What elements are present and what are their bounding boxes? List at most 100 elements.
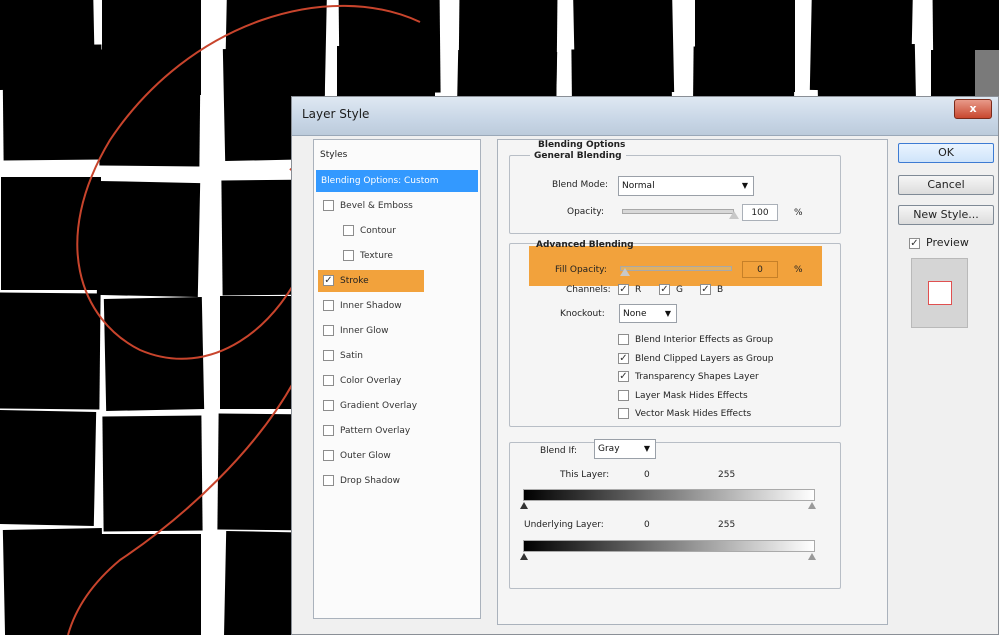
style-checkbox[interactable] (323, 475, 334, 486)
cancel-button[interactable]: Cancel (898, 175, 994, 195)
blend-if-label: Blend If: (537, 446, 581, 456)
option-blend-interior-effects-as-group[interactable]: Blend Interior Effects as Group (618, 334, 773, 345)
titlebar[interactable]: Layer Style x (292, 97, 998, 136)
option-transparency-shapes-layer[interactable]: ✓ Transparency Shapes Layer (618, 371, 759, 382)
fill-opacity-field[interactable]: 0 (742, 261, 778, 278)
style-item-label: Contour (360, 226, 396, 236)
style-item-label: Color Overlay (340, 376, 402, 386)
check-icon[interactable] (618, 408, 629, 419)
blend-if-group (509, 442, 841, 589)
this-layer-gradient[interactable] (523, 489, 815, 501)
style-checkbox[interactable] (323, 375, 334, 386)
style-checkbox[interactable] (323, 300, 334, 311)
check-icon[interactable]: ✓ (323, 275, 334, 286)
opacity-label: Opacity: (567, 207, 604, 217)
style-item-label: Drop Shadow (340, 476, 401, 486)
this-layer-white-handle[interactable] (808, 502, 816, 509)
option-label: Blend Clipped Layers as Group (635, 353, 774, 364)
annotation-stroke-lower (67, 369, 301, 635)
style-checkbox[interactable] (323, 350, 334, 361)
channel-label: G (676, 285, 683, 295)
underlying-layer-black-handle[interactable] (520, 553, 528, 560)
opacity-slider[interactable] (622, 209, 734, 214)
check-icon[interactable]: ✓ (659, 284, 670, 295)
style-item-color-overlay[interactable]: Color Overlay (318, 370, 478, 392)
check-icon[interactable]: ✓ (700, 284, 711, 295)
opacity-field[interactable]: 100 (742, 204, 778, 221)
fill-opacity-value: 0 (757, 265, 763, 275)
check-icon[interactable]: ✓ (618, 284, 629, 295)
style-item-inner-glow[interactable]: Inner Glow (318, 320, 478, 342)
channel-b[interactable]: ✓ B (700, 284, 723, 295)
style-item-label: Inner Glow (340, 326, 389, 336)
style-checkbox[interactable] (323, 200, 334, 211)
option-label: Vector Mask Hides Effects (635, 409, 752, 419)
style-item-gradient-overlay[interactable]: Gradient Overlay (318, 395, 478, 417)
styles-header: Styles (320, 150, 348, 160)
this-layer-max: 255 (718, 470, 736, 480)
underlying-layer-gradient[interactable] (523, 540, 815, 552)
style-item-texture[interactable]: Texture (318, 245, 478, 267)
style-item-pattern-overlay[interactable]: Pattern Overlay (318, 420, 478, 442)
option-label: Blend Interior Effects as Group (635, 335, 774, 345)
chevron-down-icon: ▼ (643, 444, 650, 453)
style-item-satin[interactable]: Satin (318, 345, 478, 367)
close-icon: x (969, 102, 977, 115)
opacity-slider-knob[interactable] (729, 211, 739, 219)
style-item-outer-glow[interactable]: Outer Glow (318, 445, 478, 467)
underlying-layer-white-handle[interactable] (808, 553, 816, 560)
preview-checkbox[interactable]: ✓ (909, 237, 920, 249)
style-checkbox[interactable] (343, 225, 354, 236)
fill-opacity-slider[interactable] (620, 266, 732, 271)
preview-toggle[interactable]: ✓ Preview (909, 236, 969, 249)
style-item-label: Blending Options: Custom (321, 176, 439, 186)
check-icon[interactable] (618, 389, 629, 401)
channel-label: B (717, 285, 724, 295)
style-item-label: Pattern Overlay (340, 426, 411, 436)
blending-options-heading: Blending Options (538, 140, 626, 150)
style-preview (911, 258, 968, 328)
style-item-stroke[interactable]: ✓ Stroke (318, 270, 424, 292)
blend-if-select[interactable]: Gray ▼ (594, 439, 656, 459)
style-item-label: Gradient Overlay (340, 401, 418, 411)
knockout-value: None (623, 309, 647, 319)
chevron-down-icon: ▼ (664, 309, 671, 318)
style-checkbox[interactable] (323, 425, 334, 436)
advanced-blending-heading: Advanced Blending (536, 240, 634, 250)
new-style-button[interactable]: New Style... (898, 205, 994, 225)
opacity-unit: % (794, 208, 803, 218)
style-item-contour[interactable]: Contour (318, 220, 478, 242)
knockout-label: Knockout: (560, 309, 605, 319)
blend-mode-select[interactable]: Normal ▼ (618, 176, 754, 196)
knockout-select[interactable]: None ▼ (619, 304, 677, 323)
ok-button[interactable]: OK (898, 143, 994, 163)
dialog-title: Layer Style (302, 107, 370, 121)
option-vector-mask-hides-effects[interactable]: Vector Mask Hides Effects (618, 408, 751, 419)
style-checkbox[interactable] (323, 325, 334, 336)
option-layer-mask-hides-effects[interactable]: Layer Mask Hides Effects (618, 389, 748, 401)
check-icon[interactable]: ✓ (618, 352, 629, 364)
check-icon[interactable] (618, 334, 629, 345)
channel-g[interactable]: ✓ G (659, 284, 683, 295)
style-item-inner-shadow[interactable]: Inner Shadow (318, 295, 478, 317)
opacity-value: 100 (751, 208, 769, 218)
underlying-layer-label: Underlying Layer: (524, 520, 604, 530)
underlying-layer-min: 0 (644, 520, 650, 530)
style-checkbox[interactable] (323, 400, 334, 411)
style-checkbox[interactable] (343, 250, 354, 261)
style-item-label: Stroke (340, 276, 369, 286)
option-label: Transparency Shapes Layer (635, 372, 759, 382)
blend-if-value: Gray (598, 444, 620, 454)
check-icon[interactable]: ✓ (618, 371, 629, 382)
this-layer-min: 0 (644, 470, 650, 480)
style-checkbox[interactable] (323, 450, 334, 461)
style-item-drop-shadow[interactable]: Drop Shadow (318, 470, 478, 492)
this-layer-black-handle[interactable] (520, 502, 528, 509)
fill-opacity-slider-knob[interactable] (620, 268, 630, 276)
option-blend-clipped-layers-as-group[interactable]: ✓ Blend Clipped Layers as Group (618, 352, 774, 364)
style-item-blending-options-custom[interactable]: Blending Options: Custom (316, 170, 478, 192)
close-button[interactable]: x (954, 99, 992, 119)
style-item-bevel-emboss[interactable]: Bevel & Emboss (318, 195, 478, 217)
channel-r[interactable]: ✓ R (618, 284, 641, 295)
style-item-label: Texture (360, 251, 393, 261)
